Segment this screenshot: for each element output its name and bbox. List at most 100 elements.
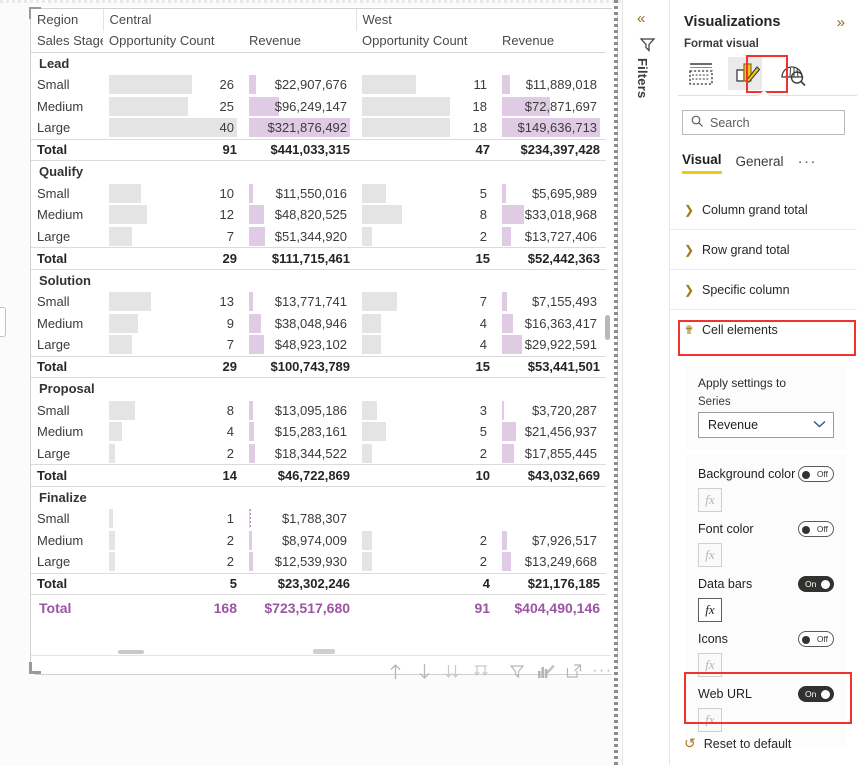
cell-west-revenue[interactable]: $7,926,517 [496, 530, 606, 552]
table-row[interactable]: Medium 2 $8,974,009 2 $7,926,517 [31, 530, 606, 552]
cell-central-opportunity-count[interactable]: 2 [103, 443, 243, 465]
cell-central-revenue[interactable]: $15,283,161 [243, 421, 356, 443]
cell-west-revenue[interactable]: $11,889,018 [496, 74, 606, 96]
tabs-overflow-icon[interactable]: ··· [798, 153, 818, 174]
visualizations-pane[interactable]: Visualizations » Format visual Search Vi… [670, 0, 857, 765]
cell-central-revenue[interactable]: $51,344,920 [243, 226, 356, 248]
matrix-vertical-scrollbar-thumb[interactable] [605, 315, 610, 340]
cell-central-revenue[interactable]: $11,550,016 [243, 183, 356, 205]
cell-central-opportunity-count[interactable]: 1 [103, 508, 243, 530]
filters-pane-collapsed[interactable]: « Filters [622, 0, 670, 765]
cell-central-opportunity-count[interactable]: 4 [103, 421, 243, 443]
cell-central-opportunity-count[interactable]: 10 [103, 183, 243, 205]
tab-visual[interactable]: Visual [682, 152, 722, 174]
tab-general[interactable]: General [736, 154, 784, 173]
header-central-opportunity-count[interactable]: Opportunity Count [103, 30, 243, 53]
cell-west-opportunity-count[interactable]: 2 [356, 226, 496, 248]
cell-west-revenue[interactable] [496, 508, 606, 530]
data-bars-fx-button[interactable]: fx [698, 598, 722, 622]
table-row[interactable]: Small 10 $11,550,016 5 $5,695,989 [31, 183, 606, 205]
background-color-fx-button[interactable]: fx [698, 488, 722, 512]
reset-to-default-button[interactable]: ↺ Reset to default [684, 735, 791, 752]
cell-west-revenue[interactable]: $72,871,697 [496, 96, 606, 118]
table-row[interactable]: Medium 4 $15,283,161 5 $21,456,937 [31, 421, 606, 443]
cell-central-revenue[interactable]: $12,539,930 [243, 551, 356, 573]
cell-west-opportunity-count[interactable]: 11 [356, 74, 496, 96]
cell-west-revenue[interactable]: $149,636,713 [496, 117, 606, 139]
pane-icon-tabs[interactable] [678, 54, 857, 94]
matrix-subtotal-row[interactable]: Total 29 $111,715,461 15 $52,442,363 [31, 247, 607, 270]
cell-central-revenue[interactable]: $38,048,946 [243, 313, 356, 335]
report-canvas[interactable]: Region Central West Sales Stage Opportunity … [0, 0, 622, 765]
data-bars-toggle[interactable]: On [798, 576, 834, 592]
font-color-toggle[interactable]: Off [798, 521, 834, 537]
format-visual-icon-button[interactable] [724, 55, 770, 93]
table-row[interactable]: Large 40 $321,876,492 18 $149,636,713 [31, 117, 606, 139]
cell-west-opportunity-count[interactable]: 4 [356, 313, 496, 335]
cell-central-opportunity-count[interactable]: 7 [103, 334, 243, 356]
expand-pane-icon[interactable]: » [837, 14, 845, 31]
more-options-icon[interactable]: ··· [590, 658, 615, 684]
drill-down-icon[interactable] [411, 658, 436, 684]
cell-west-revenue[interactable]: $13,727,406 [496, 226, 606, 248]
cell-central-opportunity-count[interactable]: 25 [103, 96, 243, 118]
matrix-group-row[interactable]: Proposal [31, 378, 606, 400]
cell-west-opportunity-count[interactable]: 2 [356, 551, 496, 573]
cell-west-revenue[interactable]: $16,363,417 [496, 313, 606, 335]
cell-west-revenue[interactable]: $13,249,668 [496, 551, 606, 573]
matrix-grand-total-row[interactable]: Total 168 $723,517,680 91 $404,490,146 [31, 594, 607, 621]
cell-central-revenue[interactable]: $48,820,525 [243, 204, 356, 226]
table-row[interactable]: Small 26 $22,907,676 11 $11,889,018 [31, 74, 606, 96]
matrix-subtotal-row[interactable]: Total 91 $441,033,315 47 $234,397,428 [31, 138, 607, 161]
series-dropdown[interactable]: Revenue [698, 412, 834, 438]
cell-west-opportunity-count[interactable]: 4 [356, 334, 496, 356]
cell-west-opportunity-count[interactable]: 2 [356, 443, 496, 465]
search-input[interactable]: Search [682, 110, 845, 135]
section-cell-elements[interactable]: ✟ Cell elements [670, 310, 857, 350]
filters-collapse-icon[interactable]: « [637, 10, 645, 27]
cell-west-opportunity-count[interactable]: 18 [356, 117, 496, 139]
cell-central-revenue[interactable]: $13,095,186 [243, 400, 356, 422]
web-url-toggle[interactable]: On [798, 686, 834, 702]
cell-west-opportunity-count[interactable]: 8 [356, 204, 496, 226]
table-row[interactable]: Large 2 $12,539,930 2 $13,249,668 [31, 551, 606, 573]
format-tabs[interactable]: Visual General ··· [682, 152, 817, 174]
header-central-revenue[interactable]: Revenue [243, 30, 357, 53]
cell-central-revenue[interactable]: $1,788,307 [243, 508, 356, 530]
resize-handle-bottom-center[interactable] [313, 649, 335, 654]
web-url-fx-button[interactable]: fx [698, 708, 722, 732]
cell-west-revenue[interactable]: $3,720,287 [496, 400, 606, 422]
cell-central-revenue[interactable]: $48,923,102 [243, 334, 356, 356]
cell-central-opportunity-count[interactable]: 40 [103, 117, 243, 139]
table-row[interactable]: Medium 12 $48,820,525 8 $33,018,968 [31, 204, 606, 226]
horizontal-scrollbar-thumb[interactable] [118, 650, 144, 654]
matrix-group-row[interactable]: Lead [31, 52, 606, 74]
font-color-fx-button[interactable]: fx [698, 543, 722, 567]
cell-west-revenue[interactable]: $17,855,445 [496, 443, 606, 465]
matrix-visual[interactable]: Region Central West Sales Stage Opportunity … [31, 9, 607, 621]
cell-west-opportunity-count[interactable]: 3 [356, 400, 496, 422]
cell-central-revenue[interactable]: $18,344,522 [243, 443, 356, 465]
edit-visual-icon[interactable] [533, 658, 558, 684]
matrix-subtotal-row[interactable]: Total 14 $46,722,869 10 $43,032,669 [31, 464, 607, 487]
cell-west-revenue[interactable]: $5,695,989 [496, 183, 606, 205]
cell-west-revenue[interactable]: $29,922,591 [496, 334, 606, 356]
build-visual-icon-button[interactable] [678, 55, 724, 93]
table-row[interactable]: Large 2 $18,344,522 2 $17,855,445 [31, 443, 606, 465]
icons-fx-button[interactable]: fx [698, 653, 722, 677]
cell-central-revenue[interactable]: $321,876,492 [243, 117, 356, 139]
matrix-group-row[interactable]: Qualify [31, 161, 606, 183]
cell-central-opportunity-count[interactable]: 2 [103, 530, 243, 552]
cell-west-opportunity-count[interactable]: 18 [356, 96, 496, 118]
focus-mode-icon[interactable] [561, 658, 586, 684]
format-sections-list[interactable]: ❯ Column grand total ❯ Row grand total ❯… [670, 190, 857, 350]
cell-central-opportunity-count[interactable]: 7 [103, 226, 243, 248]
cell-central-opportunity-count[interactable]: 8 [103, 400, 243, 422]
cell-central-opportunity-count[interactable]: 26 [103, 74, 243, 96]
cell-west-opportunity-count[interactable]: 7 [356, 291, 496, 313]
matrix-group-row[interactable]: Solution [31, 269, 606, 291]
table-row[interactable]: Medium 9 $38,048,946 4 $16,363,417 [31, 313, 606, 335]
table-row[interactable]: Small 8 $13,095,186 3 $3,720,287 [31, 400, 606, 422]
cell-west-opportunity-count[interactable]: 5 [356, 183, 496, 205]
cell-central-revenue[interactable]: $13,771,741 [243, 291, 356, 313]
